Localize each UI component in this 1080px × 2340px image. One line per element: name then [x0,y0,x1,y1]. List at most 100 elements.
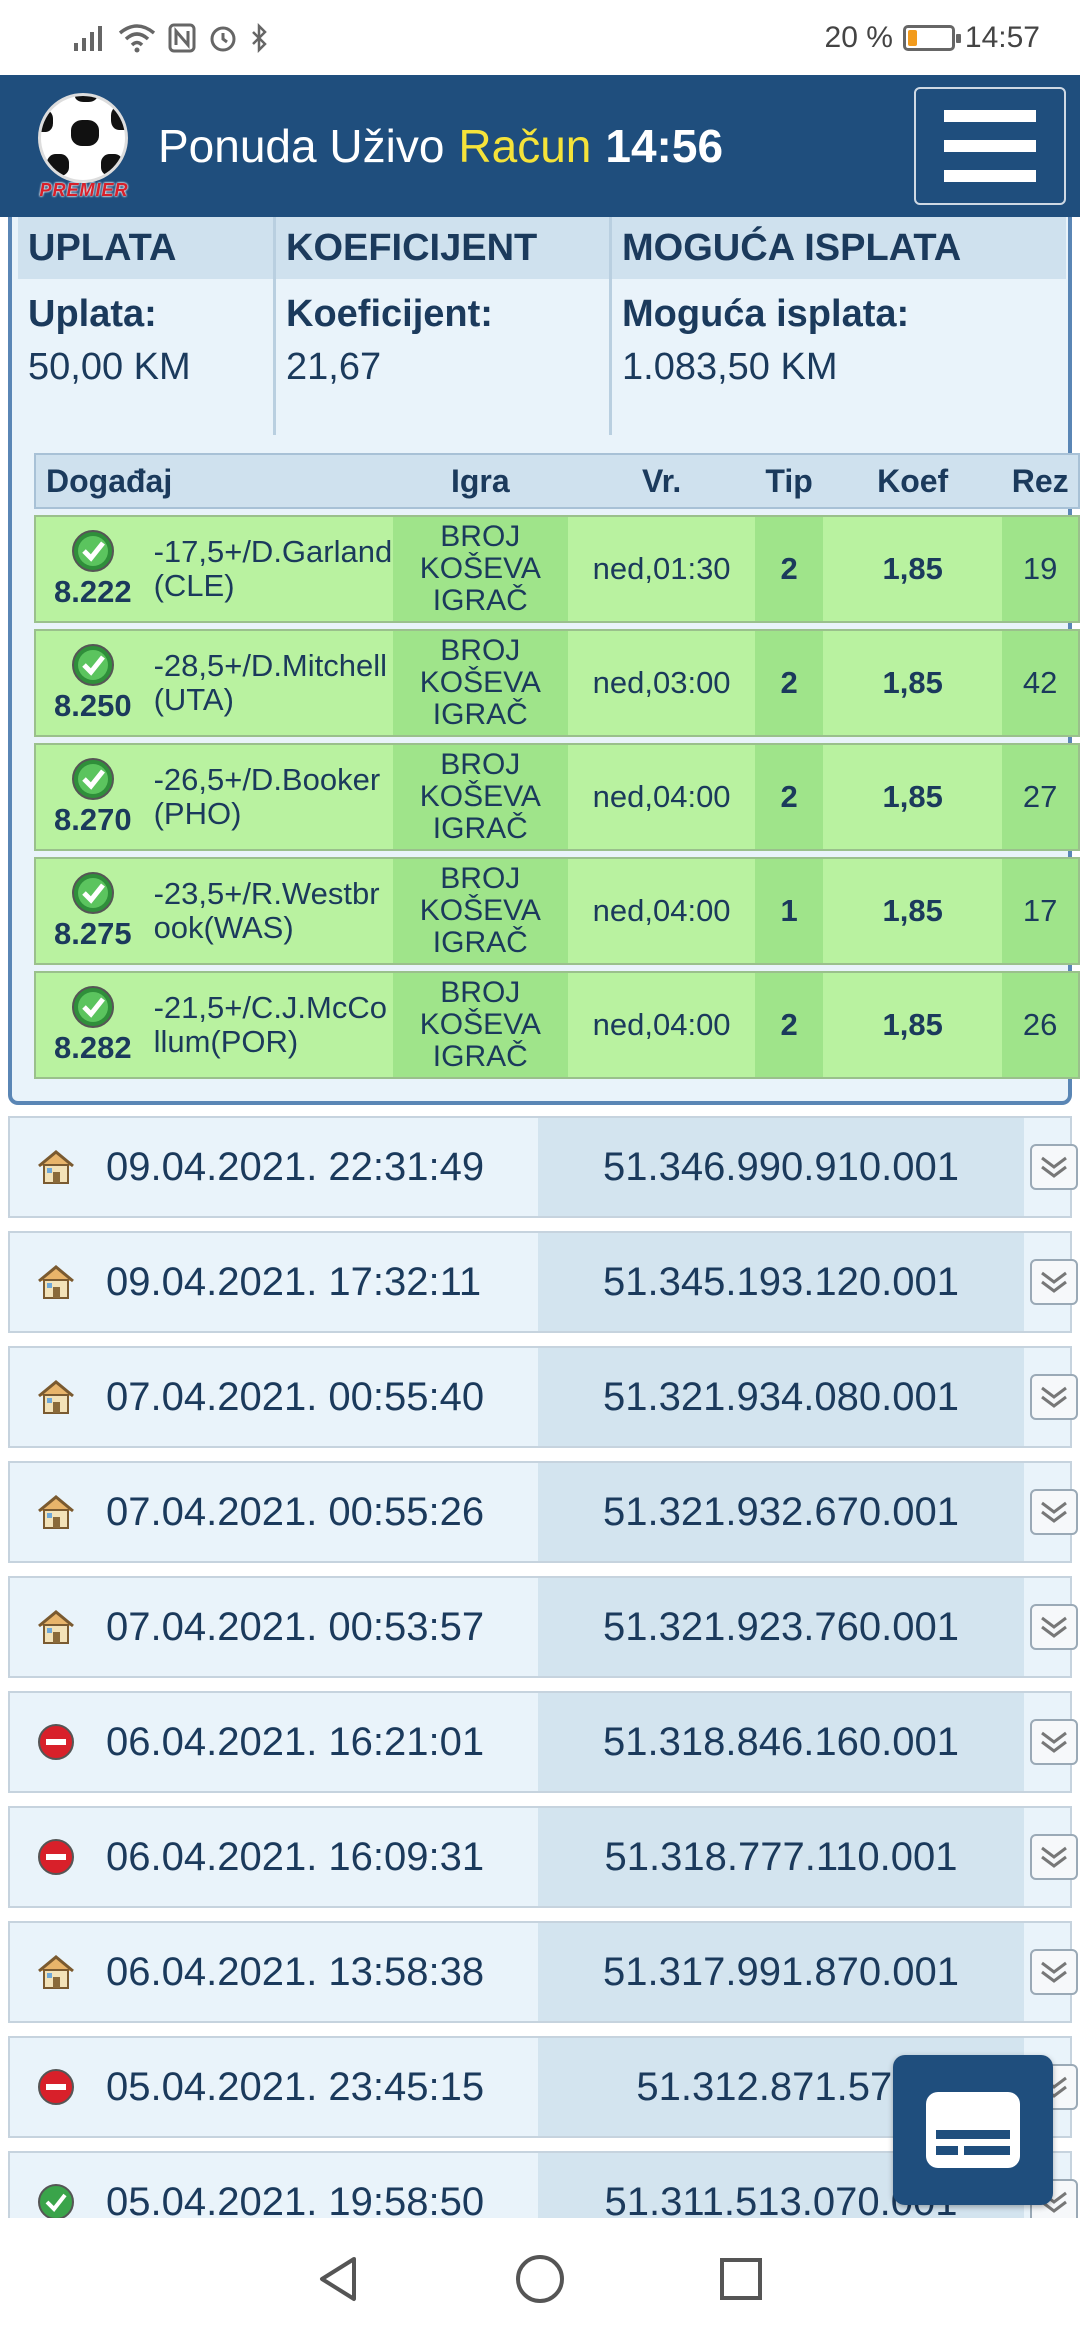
expand-button[interactable] [1030,1719,1078,1765]
summary-header-payout: MOGUĆA ISPLATA [622,227,962,269]
col-tip: Tip [765,462,813,499]
ticket-floating-button[interactable] [893,2055,1053,2205]
event-code-cell: 8.282 [36,973,150,1077]
event-game: BROJ KOŠEVA IGRAČ [392,859,568,963]
history-row[interactable]: 06.04.2021. 16:09:31 51.318.777.110.001 [8,1806,1078,1908]
event-odds: 1,85 [882,551,943,586]
summary-header-stake: UPLATA [18,217,276,279]
event-tip: 1 [755,859,823,963]
recents-icon[interactable] [716,2254,766,2304]
app-header: PREMIER Ponuda Uživo Račun 14:56 [0,75,1080,217]
status-icon-cell [10,1953,102,1991]
expand-button[interactable] [1030,1834,1078,1880]
event-row[interactable]: 8.270 -26,5+/D.Booker(PHO) BROJ KOŠEVA IGR… [34,743,1080,851]
status-bar: 20 % 14:57 [0,0,1080,75]
event-tip: 2 [755,517,823,621]
status-icons [72,22,270,53]
event-code-cell: 8.222 [36,517,150,621]
expand-chevron-icon [1041,1501,1067,1523]
summary-stake-cell: Uplata: 50,00 KM [18,279,276,435]
history-row[interactable]: 06.04.2021. 16:21:01 51.318.846.160.001 [8,1691,1078,1793]
expand-button[interactable] [1030,1259,1078,1305]
summary-odds-cell: Koeficijent: 21,67 [276,279,612,435]
logo-text: PREMIER [39,180,129,200]
stake-label: Uplata: [28,293,157,335]
odds-label: Koeficijent: [286,293,493,335]
expand-button[interactable] [1030,1604,1078,1650]
history-row[interactable]: 06.04.2021. 13:58:38 51.317.991.870.001 [8,1921,1078,2023]
history-row[interactable]: 07.04.2021. 00:55:26 51.321.932.670.001 [8,1461,1078,1563]
col-odds: Koef [877,462,949,499]
check-icon [71,758,114,800]
home-icon[interactable] [513,2252,567,2306]
event-game: BROJ KOŠEVA IGRAČ [392,973,568,1077]
events-body: 8.222 -17,5+/D.Garland(CLE) BROJ KOŠEVA IG… [34,515,1080,1079]
premier-logo[interactable]: PREMIER [30,87,138,205]
lost-icon [38,2069,74,2105]
expand-button[interactable] [1030,1949,1078,1995]
event-name: -23,5+/R.Westbrook(WAS) [153,876,380,945]
menu-line [944,170,1036,182]
status-icon-cell [10,1148,102,1186]
signal-icon [74,25,102,51]
event-row[interactable]: 8.282 -21,5+/C.J.McCollum(POR) BROJ KOŠEVA… [34,971,1080,1079]
col-time: Vr. [642,462,682,499]
wifi-icon [118,23,156,52]
event-name: -26,5+/D.Booker(PHO) [153,762,381,831]
event-odds: 1,85 [882,779,943,814]
expand-chevron-icon [1041,1156,1067,1178]
status-icon-cell [10,1263,102,1301]
event-time: ned,01:30 [592,551,731,586]
menu-line [944,140,1036,152]
event-row[interactable]: 8.222 -17,5+/D.Garland(CLE) BROJ KOŠEVA IG… [34,515,1080,623]
expand-button[interactable] [1030,1374,1078,1420]
history-row[interactable]: 09.04.2021. 22:31:49 51.346.990.910.001 [8,1116,1078,1218]
bluetooth-icon [252,22,267,53]
ticket-number: 51.321.932.670.001 [538,1463,1024,1561]
col-result: Rez [1011,462,1069,499]
event-result: 19 [1002,517,1078,621]
status-icon-cell [10,1493,102,1531]
expand-chevron-icon [1041,1616,1067,1638]
col-game: Igra [450,462,510,499]
event-tip: 2 [755,745,823,849]
event-result: 17 [1002,859,1078,963]
event-row[interactable]: 8.275 -23,5+/R.Westbrook(WAS) BROJ KOŠEVA … [34,857,1080,965]
event-time: ned,04:00 [592,779,731,814]
history-row[interactable]: 07.04.2021. 00:53:57 51.321.923.760.001 [8,1576,1078,1678]
hamburger-menu-button[interactable] [914,87,1066,205]
ticket-date: 06.04.2021. 16:09:31 [106,1834,485,1879]
expand-button[interactable] [1030,1489,1078,1535]
soccer-ball-icon [38,93,128,183]
event-code: 8.250 [53,688,132,723]
event-row[interactable]: 8.250 -28,5+/D.Mitchell(UTA) BROJ KOŠEVA I… [34,629,1080,737]
event-odds: 1,85 [882,893,943,928]
expand-button[interactable] [1030,1144,1078,1190]
history-row[interactable]: 09.04.2021. 17:32:11 51.345.193.120.001 [8,1231,1078,1333]
summary-header-odds: KOEFICIJENT [276,217,612,279]
house-icon [38,1380,74,1414]
event-tip: 2 [755,973,823,1077]
expand-chevron-icon [1041,1731,1067,1753]
event-name: -28,5+/D.Mitchell(UTA) [153,648,388,717]
summary-body: Uplata: 50,00 KM Koeficijent: 21,67 Mogu… [18,279,1066,435]
check-icon [71,872,114,914]
payout-value: 1.083,50 KM [622,346,838,388]
account-link[interactable]: Račun [458,119,591,173]
event-tip: 2 [755,631,823,735]
summary-payout-cell: Moguća isplata: 1.083,50 KM [612,279,1066,435]
history-row[interactable]: 07.04.2021. 00:55:40 51.321.934.080.001 [8,1346,1078,1448]
event-code: 8.270 [53,802,132,837]
alarm-icon [210,26,236,51]
stake-value: 50,00 KM [28,346,191,388]
ticket-date: 09.04.2021. 22:31:49 [106,1144,485,1189]
header-title: Ponuda Uživo Račun 14:56 [158,119,723,173]
back-icon[interactable] [314,2254,364,2304]
status-right: 20 % 14:57 [825,21,1040,55]
ticket-number: 51.318.846.160.001 [538,1693,1024,1791]
expand-chevron-icon [1041,1961,1067,1983]
ticket-date: 06.04.2021. 13:58:38 [106,1949,485,1994]
live-offer-link[interactable]: Ponuda Uživo [158,119,444,173]
status-time: 14:57 [964,20,1040,54]
events-table: Događaj Igra Vr. Tip Koef Rez 8.222 -17,5… [34,453,1080,1079]
